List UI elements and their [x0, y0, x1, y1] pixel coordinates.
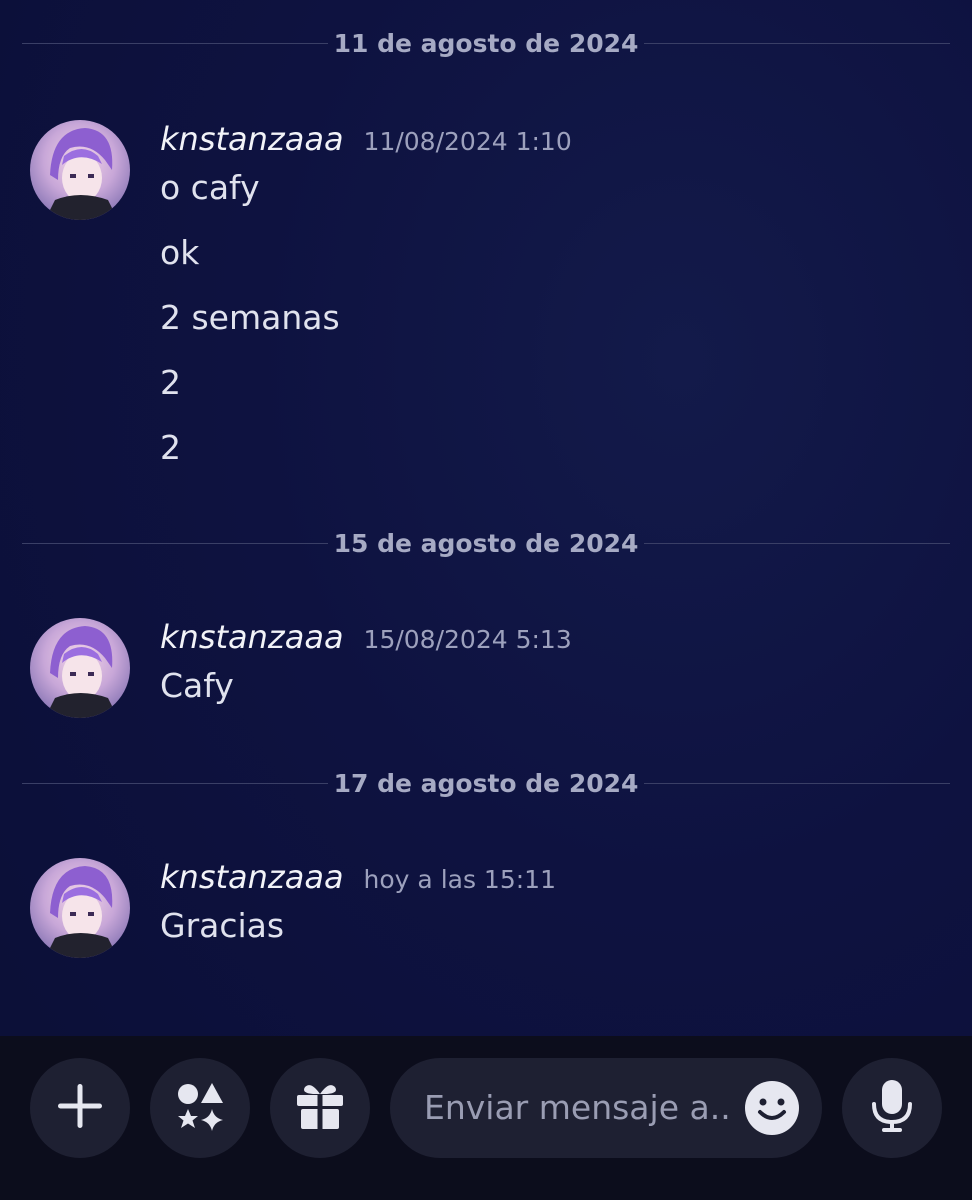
message-header: knstanzaaa 11/08/2024 1:10 [160, 120, 572, 158]
username[interactable]: knstanzaaa [160, 618, 344, 656]
message-input-placeholder: Enviar mensaje a.. [424, 1088, 731, 1127]
apps-icon [172, 1078, 228, 1138]
message-group: knstanzaaa 11/08/2024 1:10 o cafy ok 2 se… [30, 120, 950, 480]
message-text[interactable]: 2 [160, 363, 340, 428]
message-text[interactable]: o cafy [160, 168, 340, 233]
chat-messages-area[interactable]: 11 de agosto de 2024 knstanzaaa 11/08/20… [0, 0, 972, 1036]
message-text[interactable]: ok [160, 233, 340, 298]
emoji-button[interactable] [744, 1080, 800, 1136]
message-lines: o cafy ok 2 semanas 2 2 [160, 168, 340, 493]
avatar[interactable] [30, 858, 130, 958]
timestamp: 15/08/2024 5:13 [363, 625, 572, 654]
date-divider-label: 15 de agosto de 2024 [333, 529, 639, 558]
date-divider: 17 de agosto de 2024 [22, 769, 950, 799]
timestamp: 11/08/2024 1:10 [363, 127, 572, 156]
date-divider-label: 17 de agosto de 2024 [333, 769, 639, 798]
voice-message-button[interactable] [842, 1058, 942, 1158]
divider-line [644, 43, 950, 44]
message-header: knstanzaaa hoy a las 15:11 [160, 858, 556, 896]
add-attachment-button[interactable] [30, 1058, 130, 1158]
emoji-icon [744, 1081, 800, 1140]
message-lines: Cafy [160, 666, 234, 731]
message-lines: Gracias [160, 906, 284, 971]
divider-line [644, 783, 950, 784]
gift-icon [293, 1079, 347, 1137]
message-text[interactable]: Gracias [160, 906, 284, 971]
date-divider: 11 de agosto de 2024 [22, 29, 950, 59]
timestamp: hoy a las 15:11 [363, 865, 556, 894]
message-group: knstanzaaa 15/08/2024 5:13 Cafy [30, 618, 950, 718]
date-divider: 15 de agosto de 2024 [22, 529, 950, 559]
username[interactable]: knstanzaaa [160, 858, 344, 896]
message-header: knstanzaaa 15/08/2024 5:13 [160, 618, 572, 656]
gift-button[interactable] [270, 1058, 370, 1158]
composer-bar: Enviar mensaje a.. [0, 1036, 972, 1200]
message-input[interactable]: Enviar mensaje a.. [390, 1058, 822, 1158]
plus-icon [54, 1080, 106, 1136]
date-divider-label: 11 de agosto de 2024 [333, 29, 639, 58]
apps-button[interactable] [150, 1058, 250, 1158]
message-group: knstanzaaa hoy a las 15:11 Gracias [30, 858, 950, 958]
avatar[interactable] [30, 618, 130, 718]
message-text[interactable]: Cafy [160, 666, 234, 731]
message-text[interactable]: 2 semanas [160, 298, 340, 363]
message-text[interactable]: 2 [160, 428, 340, 493]
avatar[interactable] [30, 120, 130, 220]
username[interactable]: knstanzaaa [160, 120, 344, 158]
microphone-icon [868, 1078, 916, 1138]
divider-line [644, 543, 950, 544]
